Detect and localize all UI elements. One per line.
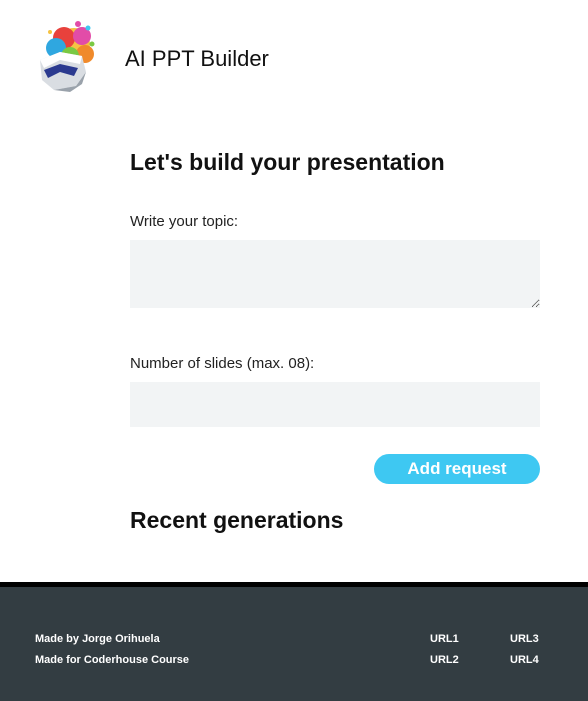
slides-label: Number of slides (max. 08):	[130, 355, 315, 372]
slides-count-input[interactable]	[130, 382, 540, 427]
add-request-button[interactable]: Add request	[374, 454, 540, 484]
recent-generations-heading: Recent generations	[130, 507, 344, 533]
footer: Made by Jorge Orihuela Made for Coderhou…	[0, 582, 588, 701]
footer-link-url3[interactable]: URL3	[510, 632, 539, 646]
robot-logo-icon	[30, 16, 100, 92]
made-by-text: Made by Jorge Orihuela	[35, 633, 160, 645]
topic-label: Write your topic:	[130, 213, 239, 230]
topic-input[interactable]	[130, 240, 540, 308]
page: AI PPT Builder Let's build your presenta…	[0, 0, 588, 701]
footer-link-url2[interactable]: URL2	[430, 653, 459, 667]
form-heading: Let's build your presentation	[130, 149, 445, 175]
header: AI PPT Builder	[0, 0, 588, 110]
made-for-text: Made for Coderhouse Course	[35, 654, 190, 666]
app-title: AI PPT Builder	[125, 46, 269, 71]
footer-link-url1[interactable]: URL1	[430, 632, 459, 646]
footer-link-url4[interactable]: URL4	[510, 653, 539, 667]
